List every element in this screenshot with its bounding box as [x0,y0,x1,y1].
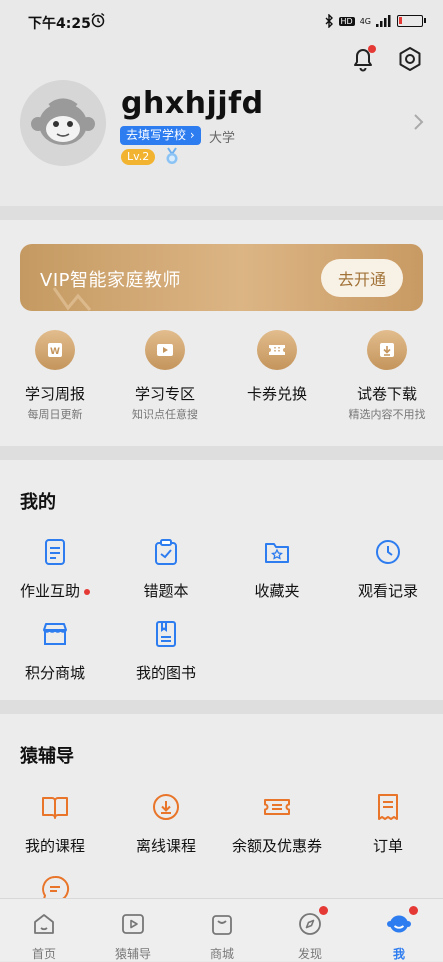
status-time: 下午4:25 [28,16,91,32]
tile-balance-coupons[interactable]: 余额及优惠券 [222,792,332,856]
tile-label: 订单 [372,837,403,855]
tile-homework-help[interactable]: 作业互助 [0,537,110,601]
nav-label: 首页 [31,947,56,961]
signal-icon [376,15,391,27]
tile-my-books[interactable]: 我的图书 [111,619,221,683]
feature-exam-download[interactable]: 试卷下载 精选内容不用找 [337,330,437,422]
clipboard-check-icon [155,539,177,565]
hd-icon: HD [338,16,355,26]
weekly-report-icon: W [35,330,75,370]
video-play-icon [122,914,144,934]
nav-label: 商城 [209,947,234,961]
tile-label: 作业互助 [19,582,80,600]
receipt-icon [378,794,398,820]
tile-label: 我的图书 [135,664,196,682]
bottom-nav: 首页 猿辅导 商城 发现 我 [0,898,443,961]
feature-label: 试卷下载 [356,385,417,403]
home-icon [34,914,54,934]
network-type: 4G [359,16,371,26]
status-bar: 下午4:25 HD 4G [0,0,443,42]
nav-label: 我 [392,947,405,961]
nav-mall[interactable]: 商城 [178,899,266,961]
shopping-bag-icon [212,915,232,935]
notification-button[interactable] [346,42,380,76]
section-divider [0,700,443,714]
battery-icon [397,15,426,27]
tile-label: 错题本 [143,582,189,600]
new-badge-dot [84,588,90,595]
tile-my-courses[interactable]: 我的课程 [0,792,110,856]
fill-school-label: 去填写学校 [126,128,187,142]
medal-icon[interactable] [163,147,181,165]
store-icon [43,623,67,645]
profile-chevron-right-icon[interactable] [411,112,425,132]
tile-orders[interactable]: 订单 [333,792,443,856]
feature-weekly-report[interactable]: W 学习周报 每周日更新 [5,330,105,422]
feature-label: 学习周报 [24,385,85,403]
vip-activate-button[interactable]: 去开通 [321,259,403,297]
feature-label: 卡券兑换 [246,385,307,403]
tile-favorites[interactable]: 收藏夹 [222,537,332,601]
feature-study-zone[interactable]: 学习专区 知识点任意搜 [115,330,215,422]
tutor-title: 猿辅导 [20,746,74,767]
school-level: 大学 [209,131,236,146]
avatar[interactable] [20,80,106,166]
feature-label: 学习专区 [134,385,195,403]
feature-sub: 知识点任意搜 [132,408,198,421]
download-circle-icon [153,794,179,820]
username: ghxhjjfd [121,86,264,121]
folder-star-icon [265,543,289,563]
level-badge[interactable]: Lv.2 [121,149,156,165]
mine-title: 我的 [20,492,56,513]
nav-tutor[interactable]: 猿辅导 [89,899,177,961]
play-icon [145,330,185,370]
clock-icon [376,540,400,564]
tile-label: 积分商城 [24,664,85,682]
tile-watch-history[interactable]: 观看记录 [333,537,443,601]
book-icon [156,621,176,647]
open-book-icon [42,797,68,819]
tile-label: 离线课程 [135,837,196,855]
tile-offline-courses[interactable]: 离线课程 [111,792,221,856]
fill-school-button[interactable]: 去填写学校 › [120,126,201,145]
ticket-icon [257,330,297,370]
chevron-right-icon: › [189,128,195,142]
monkey-avatar-icon [20,80,106,166]
document-icon [45,539,65,565]
svg-text:W: W [50,347,60,357]
nav-me[interactable]: 我 [355,899,443,961]
tile-label: 余额及优惠券 [231,837,322,855]
tile-wrong-questions[interactable]: 错题本 [111,537,221,601]
bluetooth-icon [325,14,333,28]
section-divider [0,446,443,460]
download-icon [367,330,407,370]
tile-label: 收藏夹 [254,582,300,600]
feature-sub: 每周日更新 [27,408,83,421]
nav-home[interactable]: 首页 [0,899,88,961]
alarm-icon [91,12,105,28]
feature-coupon-redeem[interactable]: 卡券兑换 [227,330,327,404]
gear-icon [399,47,421,71]
compass-icon [299,913,321,935]
tile-points-mall[interactable]: 积分商城 [0,619,110,683]
discover-badge [319,906,328,915]
vip-banner[interactable]: VIP智能家庭教师 去开通 [20,244,423,311]
nav-label: 猿辅导 [114,947,151,961]
nav-label: 发现 [297,947,322,961]
section-divider [0,206,443,220]
feature-sub: 精选内容不用找 [348,408,426,421]
coupon-icon [264,799,290,815]
notification-badge [368,45,376,53]
vip-decoration-icon [52,287,92,311]
me-badge [409,906,418,915]
nav-discover[interactable]: 发现 [266,899,354,961]
tile-label: 观看记录 [357,582,418,600]
monkey-face-icon [387,915,411,933]
tile-label: 我的课程 [24,837,85,855]
settings-button[interactable] [393,42,427,76]
